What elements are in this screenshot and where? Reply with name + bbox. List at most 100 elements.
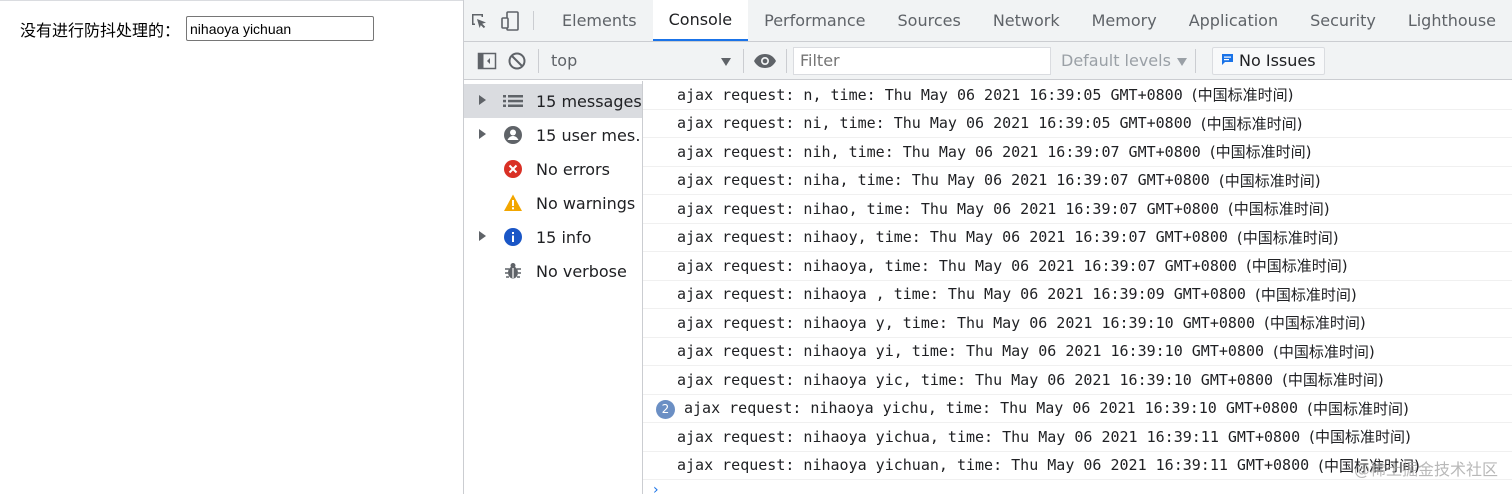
message-timezone: (中国标准时间) [1200, 114, 1303, 133]
console-message: ajax request: nihaoya yic, time: Thu May… [643, 366, 1512, 395]
console-message: ajax request: nihaoya yi, time: Thu May … [643, 338, 1512, 366]
device-toolbar-icon[interactable] [495, 0, 526, 41]
message-text: ajax request: nihaoya, time: Thu May 06 … [677, 256, 1246, 275]
message-text: ajax request: niha, time: Thu May 06 202… [677, 171, 1219, 190]
sidebar-item-errors[interactable]: No errors [464, 152, 642, 186]
demo-label: 没有进行防抖处理的： [20, 20, 181, 40]
console-message: ajax request: niha, time: Thu May 06 202… [643, 167, 1512, 195]
message-timezone: (中国标准时间) [1309, 428, 1411, 447]
demo-row: 没有进行防抖处理的： [20, 16, 375, 41]
context-select[interactable]: top [545, 46, 737, 76]
repeat-count-badge: 2 [656, 399, 675, 419]
message-timezone: (中国标准时间) [1191, 86, 1294, 105]
watermark: @稀土掘金技术社区 [1353, 460, 1498, 479]
console-toolbar: top Default levels No Issues [464, 42, 1512, 80]
console-messages: ajax request: n, time: Thu May 06 2021 1… [643, 81, 1512, 494]
message-timezone: (中国标准时间) [1245, 257, 1348, 276]
message-timezone: (中国标准时间) [1227, 200, 1330, 219]
devtools-tabbar: Elements Console Performance Sources Net… [464, 0, 1512, 42]
console-sidebar: 15 messages 15 user mes… No errors No wa… [464, 81, 643, 494]
user-icon [502, 124, 524, 146]
console-message: ajax request: nihaoya y, time: Thu May 0… [643, 309, 1512, 338]
expand-arrow-icon[interactable] [479, 231, 486, 241]
sidebar-item-label: 15 user mes… [536, 125, 642, 145]
message-timezone: (中国标准时间) [1236, 228, 1339, 247]
filter-input[interactable] [793, 46, 1051, 75]
toggle-sidebar-icon[interactable] [472, 46, 502, 76]
toolbar-divider [743, 48, 744, 73]
sidebar-item-verbose[interactable]: No verbose [464, 254, 642, 288]
console-message: ajax request: ni, time: Thu May 06 2021 … [643, 110, 1512, 138]
console-message: ajax request: n, time: Thu May 06 2021 1… [643, 81, 1512, 110]
log-levels-dropdown[interactable]: Default levels [1061, 51, 1189, 70]
message-text: ajax request: nihaoya yic, time: Thu May… [677, 370, 1283, 389]
console-message: ajax request: nihaoya, time: Thu May 06 … [643, 252, 1512, 281]
dropdown-arrow-icon [1176, 51, 1187, 70]
message-text: ajax request: nihaoya y, time: Thu May 0… [677, 313, 1264, 332]
message-timezone: (中国标准时间) [1218, 171, 1321, 190]
message-text: ajax request: nihaoya yichua, time: Thu … [677, 427, 1310, 446]
sidebar-item-warnings[interactable]: No warnings [464, 186, 642, 220]
page-viewport: 没有进行防抖处理的： [0, 0, 463, 494]
sidebar-item-label: No errors [536, 159, 610, 179]
toolbar-divider [538, 48, 539, 73]
expand-arrow-icon[interactable] [479, 129, 486, 139]
issues-label: No Issues [1239, 51, 1316, 70]
issues-button[interactable]: No Issues [1212, 46, 1325, 75]
sidebar-item-messages[interactable]: 15 messages [464, 84, 642, 118]
message-timezone: (中国标准时间) [1264, 314, 1366, 333]
log-levels-label: Default levels [1061, 51, 1171, 70]
message-text: ajax request: nihaoya , time: Thu May 06… [677, 285, 1255, 304]
message-timezone: (中国标准时间) [1254, 285, 1357, 304]
console-prompt[interactable]: › [643, 480, 1512, 494]
issues-message-icon [1221, 51, 1234, 70]
console-body: 15 messages 15 user mes… No errors No wa… [464, 81, 1512, 494]
console-message: 2 ajax request: nihaoya yichu, time: Thu … [643, 395, 1512, 423]
tab-network[interactable]: Network [977, 0, 1076, 41]
message-timezone: (中国标准时间) [1282, 371, 1384, 390]
message-text: ajax request: n, time: Thu May 06 2021 1… [677, 85, 1192, 104]
console-message: ajax request: nihaoya , time: Thu May 06… [643, 281, 1512, 309]
console-message: ajax request: nih, time: Thu May 06 2021… [643, 138, 1512, 167]
console-message: ajax request: nihaoy, time: Thu May 06 2… [643, 224, 1512, 252]
info-icon [502, 226, 524, 248]
message-timezone: (中国标准时间) [1273, 342, 1375, 361]
tab-elements[interactable]: Elements [546, 0, 653, 41]
sidebar-item-info[interactable]: 15 info [464, 220, 642, 254]
tab-console[interactable]: Console [652, 0, 749, 41]
tab-security[interactable]: Security [1294, 0, 1392, 41]
message-timezone: (中国标准时间) [1209, 143, 1312, 162]
message-text: ajax request: nihaoya yichuan, time: Thu… [677, 456, 1319, 475]
message-text: ajax request: nihaoya yichu, time: Thu M… [684, 399, 1308, 418]
bug-icon [502, 260, 524, 282]
demo-input[interactable] [186, 16, 375, 41]
toolbar-divider [1195, 48, 1196, 73]
tab-lighthouse[interactable]: Lighthouse [1392, 0, 1512, 41]
dropdown-arrow-icon [721, 51, 731, 70]
tab-performance[interactable]: Performance [748, 0, 881, 41]
tabbar-divider [533, 11, 535, 30]
sidebar-item-label: No verbose [536, 261, 627, 281]
devtools-panel: Elements Console Performance Sources Net… [463, 0, 1512, 494]
tab-memory[interactable]: Memory [1076, 0, 1173, 41]
message-text: ajax request: nihaoya yi, time: Thu May … [677, 342, 1274, 361]
error-icon [502, 158, 524, 180]
inspect-element-icon[interactable] [464, 0, 495, 41]
sidebar-item-user-messages[interactable]: 15 user mes… [464, 118, 642, 152]
expand-arrow-icon[interactable] [479, 95, 486, 105]
sidebar-item-label: No warnings [536, 193, 636, 213]
clear-console-icon[interactable] [502, 46, 532, 76]
toolbar-divider [786, 48, 787, 73]
message-text: ajax request: nihao, time: Thu May 06 20… [677, 199, 1228, 218]
console-message: ajax request: nihao, time: Thu May 06 20… [643, 195, 1512, 224]
sidebar-item-label: 15 info [536, 227, 592, 247]
tab-sources[interactable]: Sources [882, 0, 977, 41]
message-timezone: (中国标准时间) [1307, 399, 1409, 418]
context-value: top [551, 51, 578, 70]
list-icon [502, 90, 524, 112]
live-expression-eye-icon[interactable] [750, 46, 780, 76]
message-text: ajax request: ni, time: Thu May 06 2021 … [677, 114, 1201, 133]
message-text: ajax request: nihaoy, time: Thu May 06 2… [677, 228, 1237, 247]
tab-application[interactable]: Application [1173, 0, 1294, 41]
sidebar-item-label: 15 messages [536, 91, 642, 111]
